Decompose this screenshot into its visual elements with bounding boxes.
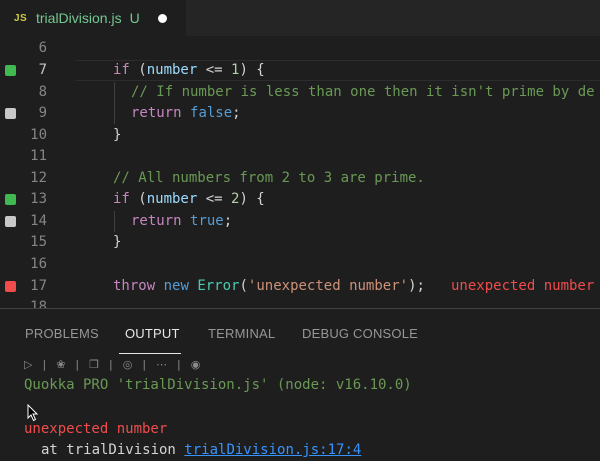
lightbulb-icon[interactable]: ◎ bbox=[123, 358, 133, 371]
line-number: 16 bbox=[30, 256, 47, 272]
code-line: 10 } bbox=[0, 125, 600, 146]
code-text: return true; bbox=[131, 213, 233, 229]
tab-terminal[interactable]: TERMINAL bbox=[208, 326, 275, 341]
coverage-covered-icon bbox=[5, 65, 16, 76]
code-line: 13 if (number <= 2) { bbox=[0, 189, 600, 210]
settings-sliders-icon[interactable]: ⋯ bbox=[156, 358, 167, 371]
line-number: 9 bbox=[38, 105, 47, 121]
code-editor[interactable]: 6 7 if (number <= 1) { 8 // If number is… bbox=[0, 36, 600, 308]
code-line: 7 if (number <= 1) { bbox=[0, 60, 600, 81]
play-icon[interactable]: ▷ bbox=[24, 358, 32, 371]
code-comment: // If number is less than one then it is… bbox=[131, 84, 595, 100]
inline-error-message: unexpected number bbox=[451, 278, 595, 294]
output-header: Quokka PRO 'trialDivision.js' (node: v16… bbox=[24, 377, 412, 393]
code-line: 18 bbox=[0, 297, 600, 308]
active-tab-indicator bbox=[119, 353, 181, 354]
line-number: 17 bbox=[30, 278, 47, 294]
output-stack-trace: at trialDivision trialDivision.js:17:4 bbox=[41, 442, 361, 458]
code-line: 9 return false; bbox=[0, 103, 600, 124]
line-number: 14 bbox=[30, 213, 47, 229]
editor-tab-bar: JS trialDivision.js U bbox=[0, 0, 600, 36]
tab-debug-console[interactable]: DEBUG CONSOLE bbox=[302, 326, 418, 341]
coverage-error-icon bbox=[5, 281, 16, 292]
code-line: 11 bbox=[0, 146, 600, 167]
code-comment: // All numbers from 2 to 3 are prime. bbox=[113, 170, 425, 186]
mouse-cursor-icon bbox=[27, 404, 39, 422]
tab-title: trialDivision.js bbox=[36, 10, 122, 26]
copy-icon[interactable]: ❐ bbox=[89, 358, 99, 371]
code-text: if (number <= 2) { bbox=[113, 191, 265, 207]
line-number: 13 bbox=[30, 191, 47, 207]
separator: | bbox=[42, 357, 47, 371]
code-line: 6 bbox=[0, 38, 600, 59]
code-line: 12 // All numbers from 2 to 3 are prime. bbox=[0, 168, 600, 189]
bottom-panel: PROBLEMS OUTPUT TERMINAL DEBUG CONSOLE ▷… bbox=[0, 308, 600, 461]
tab-problems[interactable]: PROBLEMS bbox=[25, 326, 99, 341]
line-number: 7 bbox=[38, 62, 47, 78]
coverage-uncovered-icon bbox=[5, 108, 16, 119]
line-number: 10 bbox=[30, 127, 47, 143]
code-text: if (number <= 1) { bbox=[113, 62, 265, 78]
code-line: 8 // If number is less than one then it … bbox=[0, 82, 600, 103]
code-text: } bbox=[113, 234, 122, 250]
separator: | bbox=[177, 357, 181, 371]
output-toolbar: ▷ | ❀ | ❐ | ◎ | ⋯ | ◉ bbox=[24, 357, 210, 371]
separator: | bbox=[75, 357, 80, 371]
code-text: } bbox=[113, 127, 122, 143]
coverage-uncovered-icon bbox=[5, 216, 16, 227]
code-line: 16 bbox=[0, 254, 600, 275]
code-line: 14 return true; bbox=[0, 211, 600, 232]
line-number: 15 bbox=[30, 234, 47, 250]
output-error: unexpected number bbox=[24, 421, 168, 437]
code-text: return false; bbox=[131, 105, 241, 121]
code-line: 17 throw new Error('unexpected number');… bbox=[0, 276, 600, 297]
separator: | bbox=[109, 357, 113, 371]
line-number: 8 bbox=[38, 84, 47, 100]
tab-trialdivision-js[interactable]: JS trialDivision.js U bbox=[0, 0, 186, 36]
separator: | bbox=[142, 357, 147, 371]
bug-icon[interactable]: ❀ bbox=[56, 358, 65, 371]
line-number: 18 bbox=[30, 299, 47, 308]
line-number: 6 bbox=[38, 40, 47, 56]
tab-output[interactable]: OUTPUT bbox=[125, 326, 180, 341]
line-number: 12 bbox=[30, 170, 47, 186]
git-untracked-badge: U bbox=[129, 10, 140, 26]
stack-frame-link[interactable]: trialDivision.js:17:4 bbox=[184, 442, 361, 458]
line-number: 11 bbox=[30, 148, 47, 164]
code-line: 15 } bbox=[0, 232, 600, 253]
javascript-file-icon: JS bbox=[14, 12, 28, 24]
code-text: throw new Error('unexpected number'); bbox=[113, 278, 425, 294]
coverage-covered-icon bbox=[5, 194, 16, 205]
stack-frame-text: at trialDivision bbox=[41, 442, 176, 458]
unsaved-dot-icon[interactable] bbox=[157, 13, 167, 23]
record-icon[interactable]: ◉ bbox=[191, 358, 201, 371]
